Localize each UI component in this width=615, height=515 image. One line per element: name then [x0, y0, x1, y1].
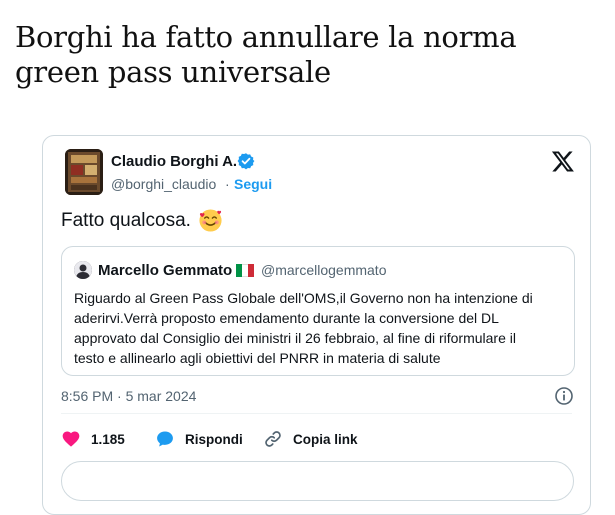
- read-replies-button[interactable]: [61, 461, 574, 501]
- reply-bubble-icon: [157, 431, 173, 447]
- italy-flag-icon: [236, 264, 254, 277]
- quoted-text-line: approvato dal Consiglio dei ministri il …: [74, 330, 516, 346]
- copy-link-label: Copia link: [293, 431, 358, 447]
- quoted-author-avatar[interactable]: [74, 261, 92, 279]
- quoted-author-name[interactable]: Marcello Gemmato: [98, 262, 232, 279]
- quoted-text-line: Riguardo al Green Pass Globale dell'OMS,…: [74, 290, 533, 306]
- like-count: 1.185: [91, 431, 125, 447]
- smiling-face-with-hearts-icon: [199, 209, 222, 232]
- copy-link-button[interactable]: Copia link: [263, 428, 358, 450]
- author-avatar[interactable]: [65, 149, 103, 195]
- tweet-author-handle[interactable]: @borghi_claudio: [111, 176, 216, 192]
- like-button[interactable]: 1.185: [61, 428, 125, 450]
- tweet-timestamp[interactable]: 8:56 PM · 5 mar 2024: [61, 388, 196, 404]
- divider: [61, 413, 572, 414]
- embedded-tweet-card[interactable]: Claudio Borghi A. @borghi_claudio · Segu…: [42, 135, 591, 515]
- tweet-author-name[interactable]: Claudio Borghi A.: [111, 153, 237, 170]
- quoted-text-line: testo e allinearlo agli obiettivi del PN…: [74, 350, 441, 366]
- quoted-text-line: aderirvi.Verrà proposto emendamento dura…: [74, 310, 499, 326]
- link-icon: [265, 431, 281, 447]
- handle-separator: ·: [225, 176, 230, 192]
- quoted-author-handle[interactable]: @marcellogemmato: [261, 262, 386, 278]
- tweet-actions: 1.185 Rispondi Copia link: [61, 428, 561, 450]
- follow-link[interactable]: Segui: [234, 176, 272, 192]
- quoted-tweet[interactable]: Marcello Gemmato @marcellogemmato Riguar…: [61, 246, 575, 376]
- tweet-text: Fatto qualcosa.: [61, 210, 191, 231]
- reply-label: Rispondi: [185, 431, 243, 447]
- x-logo-icon[interactable]: [551, 149, 575, 173]
- heart-icon: [62, 431, 80, 447]
- reply-button[interactable]: Rispondi: [155, 428, 243, 450]
- verified-badge-icon: [237, 153, 255, 170]
- article-headline: Borghi ha fatto annullare la norma green…: [15, 20, 517, 89]
- info-icon[interactable]: [554, 386, 574, 406]
- quoted-tweet-text: Riguardo al Green Pass Globale dell'OMS,…: [74, 288, 564, 368]
